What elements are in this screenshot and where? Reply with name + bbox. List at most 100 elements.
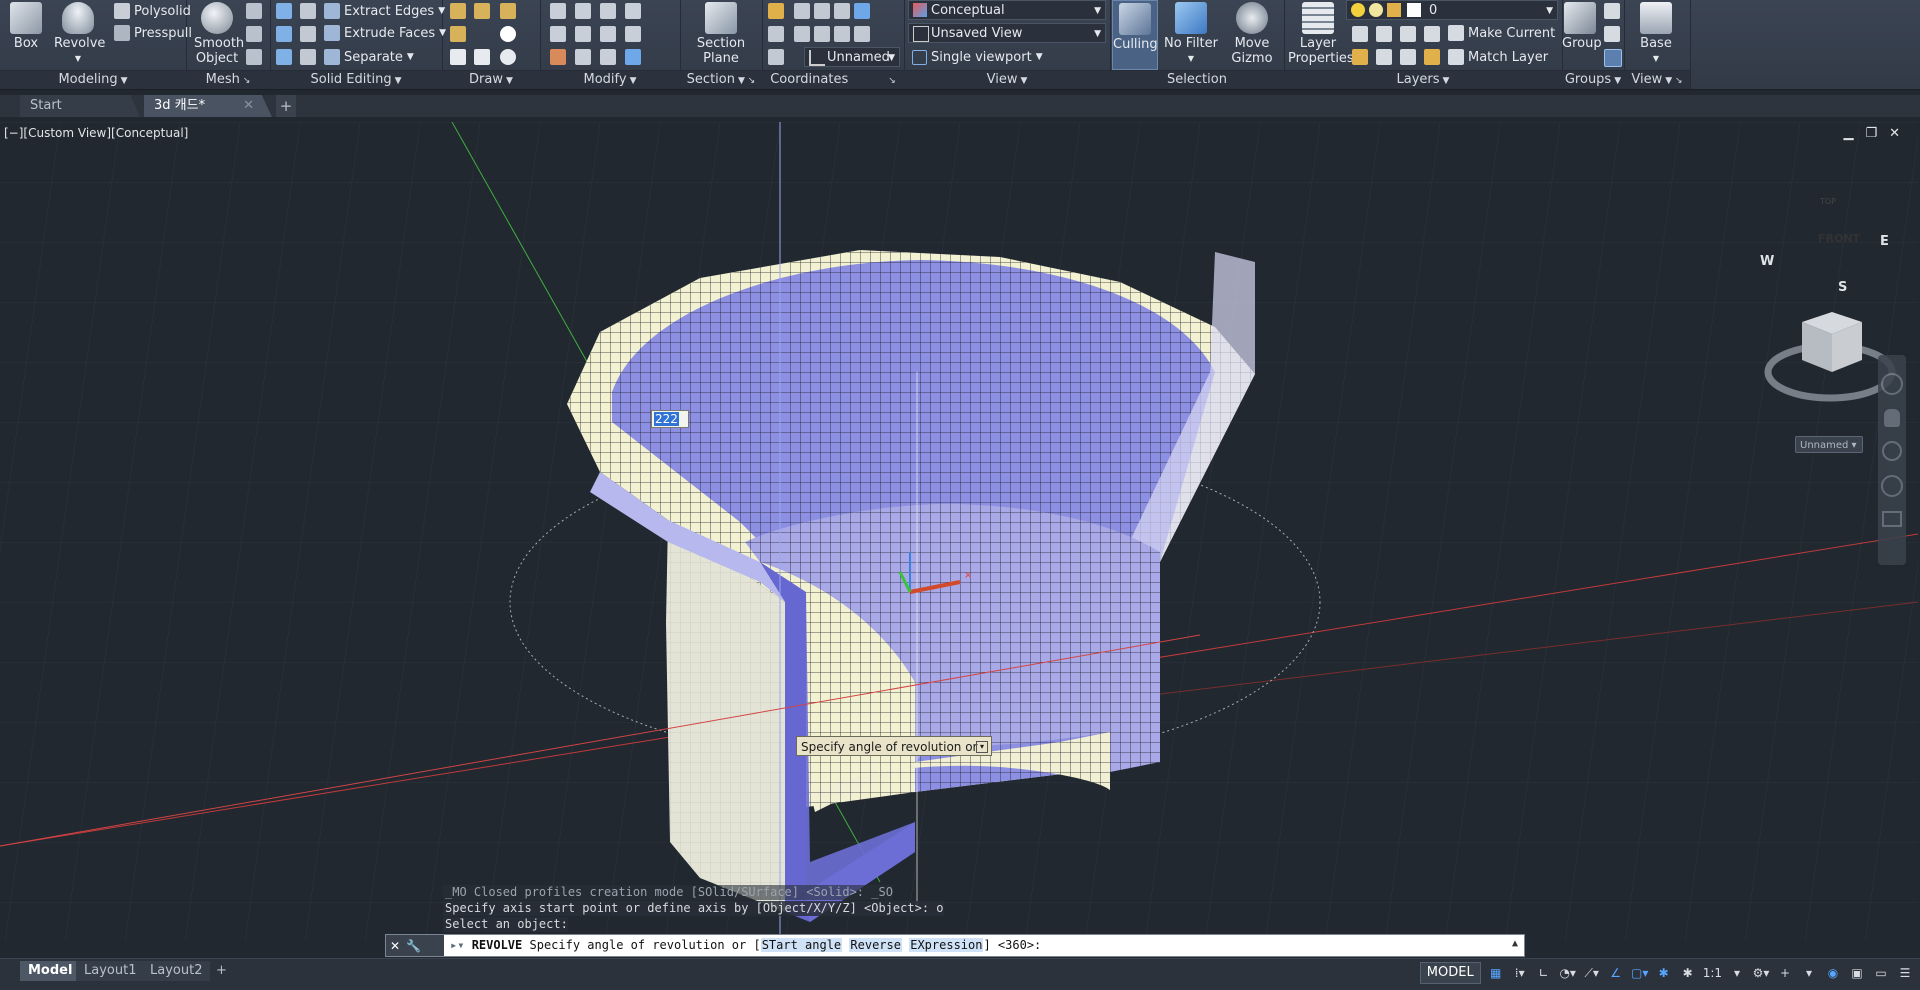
ucs-z-icon[interactable] xyxy=(814,26,830,42)
section-plane-button[interactable]: Section Plane xyxy=(686,0,756,66)
copy-icon[interactable] xyxy=(625,3,641,19)
close-icon[interactable]: ✕ xyxy=(1889,126,1900,141)
grid-icon[interactable]: ▦ xyxy=(1487,963,1505,983)
named-view-combo[interactable]: Unsaved View ▼ xyxy=(908,23,1106,43)
mirror-icon[interactable] xyxy=(575,26,591,42)
tab-layout1[interactable]: Layout1 xyxy=(76,961,145,981)
command-option-expression[interactable]: EXpression xyxy=(909,938,984,952)
customization-menu-icon[interactable]: ☰ xyxy=(1896,963,1914,983)
visual-style-combo[interactable]: Conceptual ▼ xyxy=(908,0,1106,20)
panel-title-modeling[interactable]: Modeling ▼ xyxy=(0,70,186,89)
interfere-icon[interactable] xyxy=(300,3,316,19)
rectangle-icon[interactable] xyxy=(474,49,490,65)
snap-icon[interactable]: ⁞▾ xyxy=(1511,963,1529,983)
close-tab-icon[interactable]: ✕ xyxy=(243,95,254,117)
showmotion-icon[interactable] xyxy=(1882,511,1902,527)
auto-scale-icon[interactable]: ✱ xyxy=(1679,963,1697,983)
thicken-icon[interactable] xyxy=(300,49,316,65)
revolve-dropdown-icon[interactable]: ▼ xyxy=(54,51,102,66)
tooltip-options-button[interactable]: ▾ xyxy=(976,741,988,753)
layer-combo[interactable]: 0 ▼ xyxy=(1346,0,1558,20)
move-icon[interactable] xyxy=(550,3,566,19)
steering-wheel-icon[interactable] xyxy=(1881,373,1903,395)
viewport-canvas[interactable]: × xyxy=(0,122,1918,940)
zoom-icon[interactable] xyxy=(1882,441,1902,461)
ucs-named-icon[interactable] xyxy=(768,49,784,65)
array-icon[interactable] xyxy=(625,49,641,65)
new-tab-button[interactable]: + xyxy=(276,95,296,117)
intersect-icon[interactable] xyxy=(276,49,292,65)
command-prompt[interactable]: ▸▾ REVOLVE Specify angle of revolution o… xyxy=(450,935,1041,956)
infer-constraints-icon[interactable]: ∟ xyxy=(1535,963,1553,983)
layer-unisolate-icon[interactable] xyxy=(1376,49,1392,65)
drawing-viewport[interactable]: × TOP FRONT W E S [−][Custom View][Conce… xyxy=(0,122,1918,940)
panel-title-mesh[interactable]: Mesh ↘ xyxy=(186,70,270,89)
panel-title-groups[interactable]: Groups ▼ xyxy=(1562,70,1624,89)
tab-layout2[interactable]: Layout2 xyxy=(142,961,211,981)
orbit-icon[interactable] xyxy=(1881,475,1903,497)
ellipse-icon[interactable] xyxy=(500,49,516,65)
layer-lock-icon[interactable] xyxy=(1424,26,1440,42)
annotation-visibility-icon[interactable]: ✱ xyxy=(1655,963,1673,983)
model-space-button[interactable]: MODEL xyxy=(1419,962,1481,984)
mesh-tool-icon-3[interactable] xyxy=(246,49,262,65)
arc-icon[interactable] xyxy=(500,3,516,19)
base-button[interactable]: Base ▼ xyxy=(1634,0,1678,66)
ucs-3point-icon[interactable] xyxy=(794,26,810,42)
3d-rotate-icon[interactable] xyxy=(600,26,616,42)
ucs-x-icon[interactable] xyxy=(834,3,850,19)
group-edit-icon[interactable] xyxy=(1604,26,1620,42)
command-line[interactable]: ✕ 🔧 ▸▾ REVOLVE Specify angle of revoluti… xyxy=(385,934,1525,957)
units-icon[interactable]: ▾ xyxy=(1800,963,1818,983)
command-close-icon[interactable]: ✕ xyxy=(390,939,400,953)
ucs-face-icon[interactable] xyxy=(854,3,870,19)
separate-button[interactable]: Separate ▼ xyxy=(324,46,414,68)
erase-icon[interactable] xyxy=(550,49,566,65)
pan-icon[interactable] xyxy=(1884,409,1900,427)
tab-start[interactable]: Start xyxy=(20,95,140,117)
make-current-button[interactable]: Make Current xyxy=(1448,22,1555,44)
extrude-faces-button[interactable]: Extrude Faces ▼ xyxy=(324,22,446,44)
rotate-icon[interactable] xyxy=(575,3,591,19)
panel-title-view-2[interactable]: View ▼ ↘ xyxy=(1624,70,1690,89)
command-recent-icon[interactable]: ▸▾ xyxy=(450,938,472,952)
3d-align-icon[interactable] xyxy=(600,49,616,65)
restore-icon[interactable]: ❐ xyxy=(1865,126,1877,141)
group-button[interactable]: Group xyxy=(1562,0,1602,51)
tab-model[interactable]: Model xyxy=(20,961,81,981)
fillet-icon[interactable] xyxy=(550,26,566,42)
panel-title-view[interactable]: View ▼ xyxy=(904,70,1110,89)
mesh-tool-icon-1[interactable] xyxy=(246,3,262,19)
panel-title-layers[interactable]: Layers ▼ xyxy=(1284,70,1562,89)
object-snap-icon[interactable]: ▢▾ xyxy=(1631,963,1649,983)
smooth-object-button[interactable]: Smooth Object xyxy=(194,0,244,66)
match-layer-button[interactable]: Match Layer xyxy=(1448,46,1548,68)
ucs-y-icon[interactable] xyxy=(834,26,850,42)
dynamic-input-angle-field[interactable]: 222 xyxy=(651,410,689,428)
viewport-controls-label[interactable]: [−][Custom View][Conceptual] xyxy=(4,126,188,140)
clean-screen-icon[interactable]: ▭ xyxy=(1872,963,1890,983)
group-selection-icon[interactable] xyxy=(1604,49,1622,67)
3d-move-icon[interactable] xyxy=(600,3,616,19)
annotation-scale-button[interactable]: 1:1 xyxy=(1703,963,1722,983)
polar-tracking-icon[interactable]: ◔▾ xyxy=(1559,963,1577,983)
extract-edges-button[interactable]: Extract Edges ▼ xyxy=(324,0,445,22)
minimize-icon[interactable]: ▁ xyxy=(1843,126,1853,141)
panel-title-solid-editing[interactable]: Solid Editing ▼ xyxy=(270,70,442,89)
layer-isolate-icon[interactable] xyxy=(1376,26,1392,42)
slice-icon[interactable] xyxy=(300,26,316,42)
no-filter-button[interactable]: No Filter ▼ xyxy=(1162,0,1220,66)
box-button[interactable]: Box xyxy=(6,0,46,51)
ucs-icon-properties[interactable] xyxy=(854,26,870,42)
add-layout-button[interactable]: + xyxy=(208,961,235,981)
mesh-tool-icon-2[interactable] xyxy=(246,26,262,42)
isolate-objects-icon[interactable]: ◉ xyxy=(1824,963,1842,983)
isometric-drafting-icon[interactable]: ⟋▾ xyxy=(1583,963,1601,983)
hardware-acceleration-icon[interactable]: ▣ xyxy=(1848,963,1866,983)
ucs-origin-icon[interactable] xyxy=(814,3,830,19)
layer-off-icon[interactable] xyxy=(1352,26,1368,42)
ucs-name-combo[interactable]: Unnamed ▼ xyxy=(804,47,900,67)
spline-icon[interactable] xyxy=(450,26,466,42)
command-history-toggle-icon[interactable]: ▲ xyxy=(1512,938,1518,949)
polyline-icon[interactable] xyxy=(474,3,490,19)
